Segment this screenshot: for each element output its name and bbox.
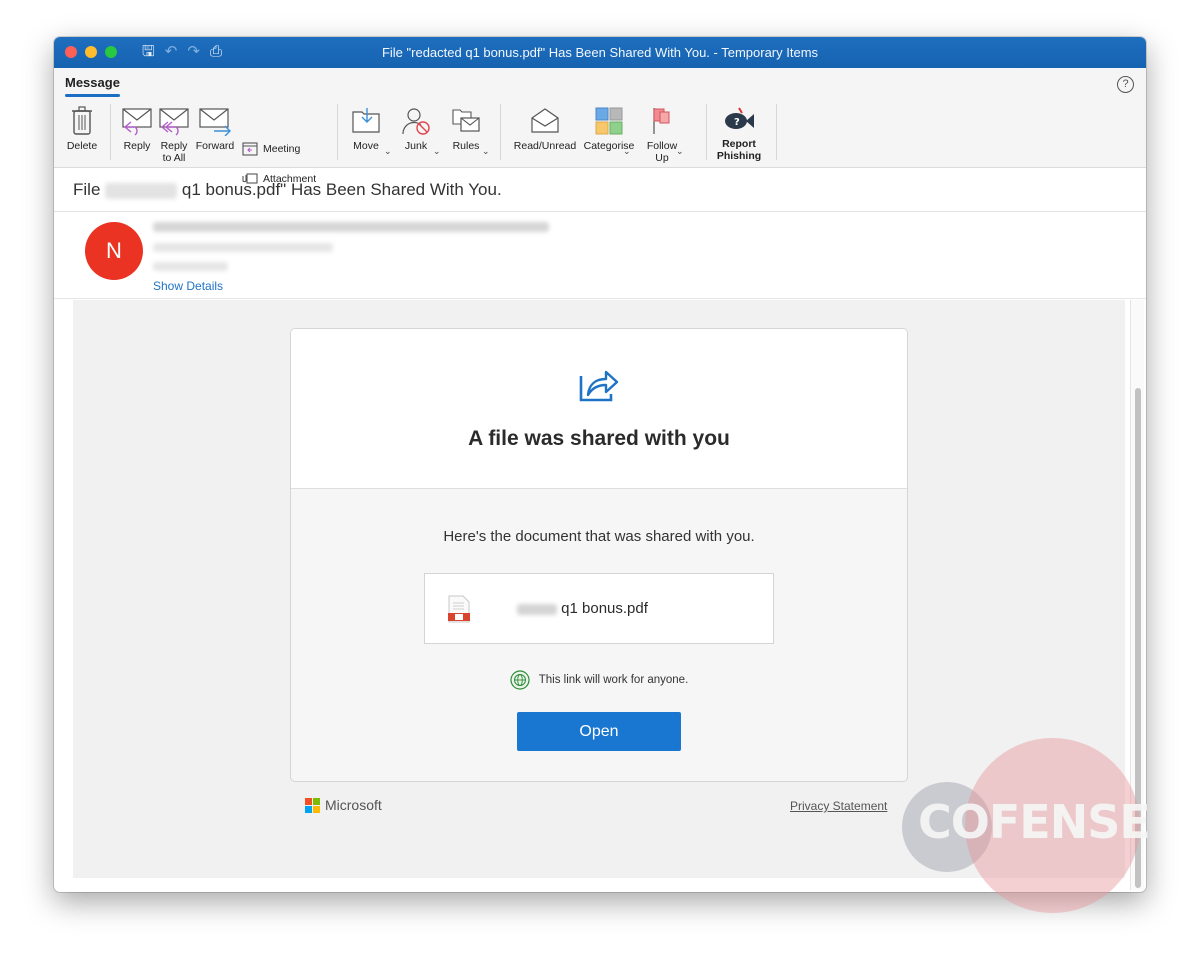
show-details-link[interactable]: Show Details — [153, 279, 223, 293]
report-phishing-label-2: Phishing — [716, 150, 762, 162]
vertical-scrollbar[interactable] — [1130, 300, 1144, 890]
trash-icon — [72, 106, 92, 135]
open-button[interactable]: Open — [517, 712, 681, 751]
meeting-label: Meeting — [263, 142, 301, 155]
reply-all-label-1: Reply — [160, 140, 188, 152]
ribbon-separator — [776, 104, 777, 160]
rules-label: Rules — [452, 140, 480, 152]
pdf-file-icon — [448, 595, 470, 623]
subject-suffix: q1 bonus.pdf" Has Been Shared With You. — [181, 180, 502, 199]
redacted-text — [105, 182, 178, 199]
reply-all-button[interactable]: Reply to All — [157, 106, 191, 164]
delete-button[interactable]: Delete — [65, 106, 99, 152]
junk-button[interactable]: Junk — [399, 106, 433, 152]
flag-icon — [653, 108, 670, 134]
follow-up-label-1: Follow — [646, 140, 678, 152]
report-phishing-label-1: Report — [722, 138, 756, 150]
rules-dropdown-chevron-icon[interactable]: ⌄ — [482, 146, 490, 157]
ribbon-separator — [337, 104, 338, 160]
junk-label: Junk — [404, 140, 428, 152]
help-button[interactable]: ? — [1117, 76, 1134, 93]
follow-up-label-2: Up — [655, 152, 669, 164]
move-dropdown-chevron-icon[interactable]: ⌄ — [384, 146, 392, 157]
redacted-text — [517, 603, 557, 615]
message-header: N Show Details — [54, 212, 1146, 299]
share-card-title: A file was shared with you — [468, 427, 730, 450]
microsoft-label: Microsoft — [325, 797, 382, 813]
share-icon — [579, 370, 619, 402]
rules-icon — [452, 109, 480, 132]
follow-up-dropdown-chevron-icon[interactable]: ⌄ — [676, 146, 684, 157]
attachment-button[interactable]: Attachment — [242, 172, 316, 185]
open-envelope-icon — [531, 108, 559, 133]
move-button[interactable]: Move — [349, 106, 383, 152]
title-bar: 🖫 ↶ ↷ ⎙ File "redacted q1 bonus.pdf" Has… — [54, 37, 1146, 68]
rules-button[interactable]: Rules — [449, 106, 483, 152]
reply-icon — [122, 108, 152, 136]
subject-prefix: File — [73, 180, 101, 199]
active-tab-indicator — [65, 94, 120, 97]
share-card-header: A file was shared with you — [291, 329, 907, 489]
sender-avatar: N — [85, 222, 143, 280]
share-card: A file was shared with you Here's the do… — [290, 328, 908, 782]
delete-label: Delete — [66, 140, 98, 152]
redacted-recipient — [153, 262, 228, 271]
reply-all-label-2: to All — [162, 152, 186, 164]
ribbon-separator — [706, 104, 707, 160]
categorise-icon — [595, 107, 623, 135]
svg-text:?: ? — [734, 117, 740, 128]
privacy-statement-link[interactable]: Privacy Statement — [790, 799, 887, 813]
read-unread-label: Read/Unread — [513, 140, 577, 152]
junk-dropdown-chevron-icon[interactable]: ⌄ — [433, 146, 441, 157]
shared-file-tile[interactable]: q1 bonus.pdf — [424, 573, 774, 644]
message-subject: File q1 bonus.pdf" Has Been Shared With … — [54, 168, 1146, 212]
junk-icon — [402, 108, 430, 135]
microsoft-logo-icon — [305, 797, 320, 813]
move-folder-icon — [352, 108, 380, 133]
move-label: Move — [353, 140, 379, 152]
scrollbar-thumb[interactable] — [1135, 388, 1141, 888]
phishing-fish-icon: ? — [725, 107, 754, 129]
link-permission-note: This link will work for anyone. — [291, 670, 907, 690]
forward-icon — [199, 108, 231, 136]
redacted-sender — [153, 222, 549, 232]
ribbon-separator — [500, 104, 501, 160]
link-note-text: This link will work for anyone. — [538, 674, 689, 687]
ribbon-separator — [110, 104, 111, 160]
forward-button[interactable]: Forward — [195, 106, 235, 152]
reply-label: Reply — [123, 140, 151, 152]
report-phishing-button[interactable]: ? Report Phishing — [714, 104, 764, 162]
read-unread-button[interactable]: Read/Unread — [512, 106, 578, 152]
ribbon: Message ? Delete Reply Reply to All Forw… — [54, 68, 1146, 185]
forward-label: Forward — [195, 140, 235, 152]
reply-all-icon — [159, 108, 189, 136]
tab-message[interactable]: Message — [65, 75, 120, 90]
microsoft-logo: Microsoft — [305, 797, 382, 813]
reply-button[interactable]: Reply — [120, 106, 154, 152]
share-card-subtitle: Here's the document that was shared with… — [443, 528, 755, 545]
categorise-dropdown-chevron-icon[interactable]: ⌄ — [623, 146, 631, 157]
outlook-message-window: 🖫 ↶ ↷ ⎙ File "redacted q1 bonus.pdf" Has… — [54, 37, 1146, 892]
file-name-text: q1 bonus.pdf — [561, 600, 648, 617]
attachment-label: Attachment — [263, 172, 317, 185]
redacted-date — [153, 243, 333, 252]
globe-icon — [510, 670, 530, 690]
window-title: File "redacted q1 bonus.pdf" Has Been Sh… — [381, 45, 819, 60]
meeting-button[interactable]: Meeting — [242, 141, 300, 156]
shared-file-name: q1 bonus.pdf — [517, 600, 648, 617]
calendar-icon — [242, 142, 258, 156]
attachment-icon — [242, 173, 258, 184]
